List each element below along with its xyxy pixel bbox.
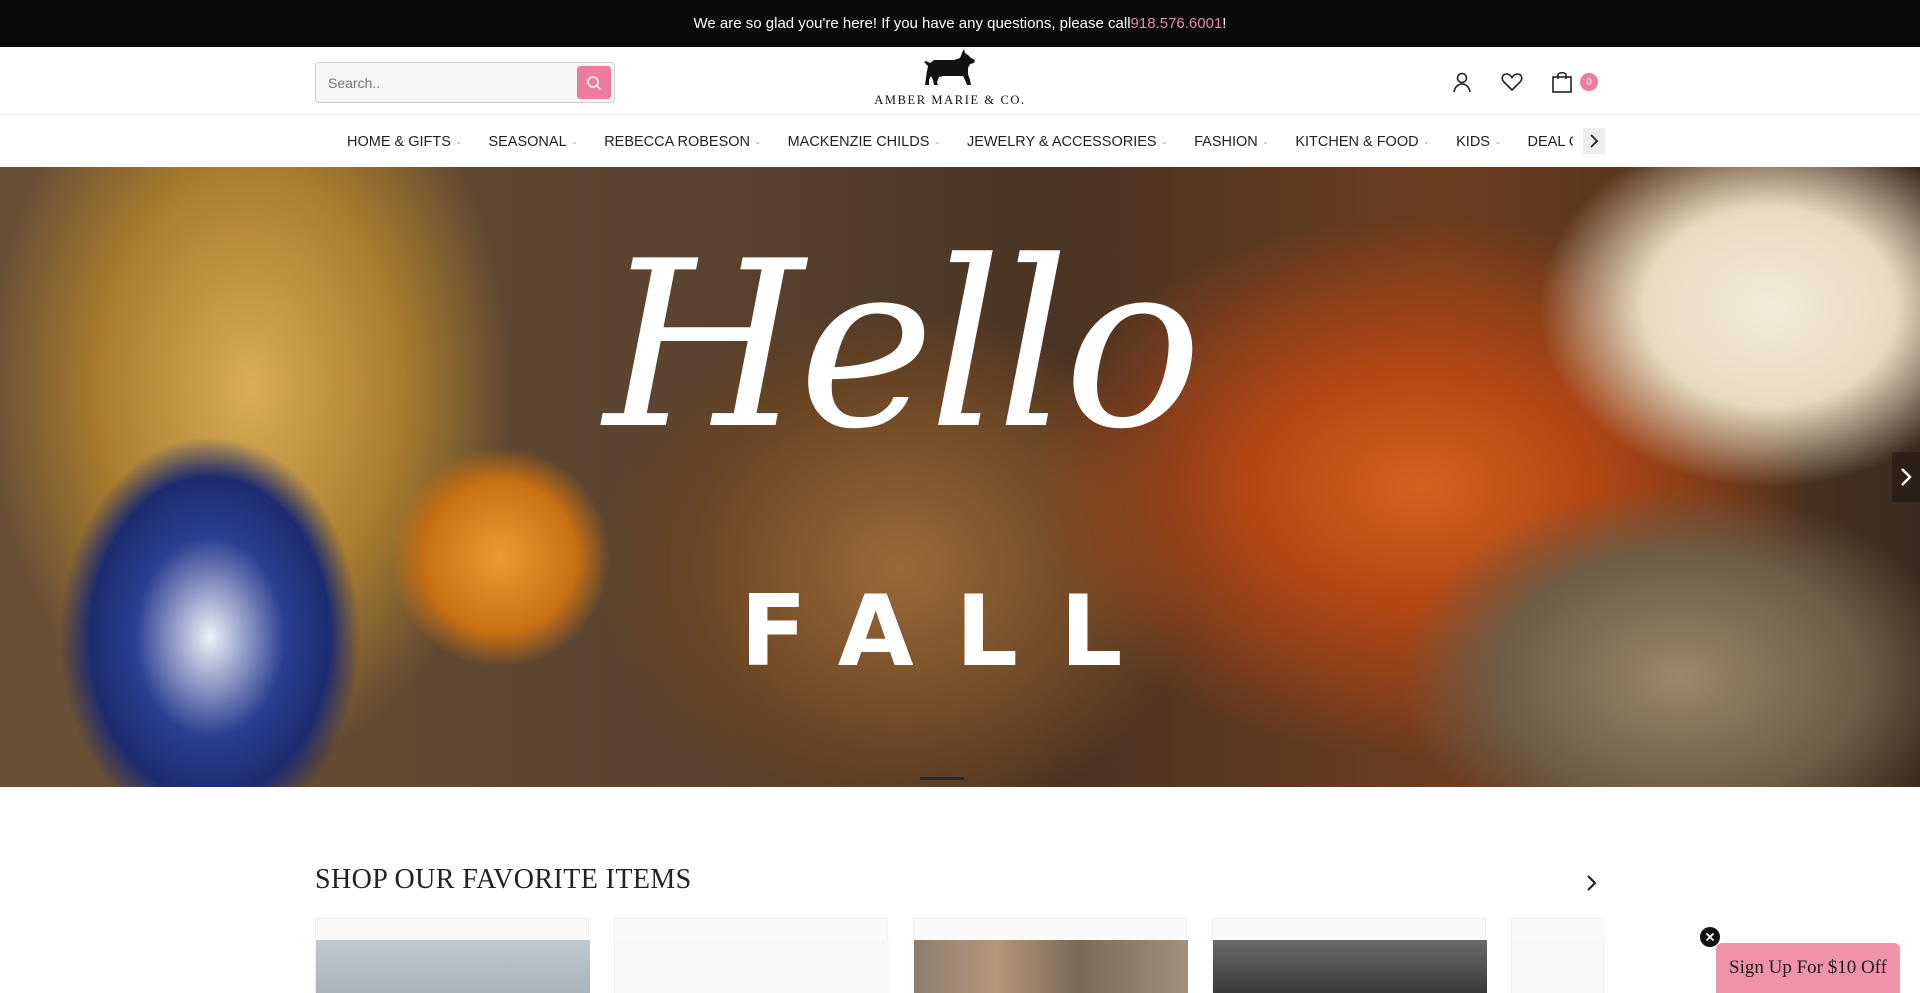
chevron-down-icon: ⌄ xyxy=(454,136,463,146)
announcement-suffix: ! xyxy=(1222,15,1227,32)
nav-item-fashion[interactable]: FASHION ⌄ xyxy=(1194,134,1269,150)
site-header: AMBER MARIE & CO. 0 xyxy=(0,47,1920,114)
chevron-right-icon xyxy=(1587,875,1597,891)
chevron-down-icon: ⌄ xyxy=(933,136,941,146)
signup-discount-button[interactable]: Sign Up For $10 Off xyxy=(1716,943,1900,993)
product-image xyxy=(316,940,590,993)
product-card[interactable] xyxy=(315,918,590,993)
chevron-right-icon xyxy=(1590,134,1599,148)
search-input[interactable] xyxy=(319,66,577,99)
nav-label: REBECCA ROBESON xyxy=(604,133,751,150)
search-icon xyxy=(587,75,602,90)
product-card[interactable] xyxy=(913,918,1188,993)
nav-item-seasonal[interactable]: SEASONAL ⌄ xyxy=(488,134,578,150)
bag-icon xyxy=(1552,71,1572,93)
nav-label: HOME & GIFTS xyxy=(347,133,451,150)
header-actions: 0 xyxy=(1448,68,1598,96)
account-icon xyxy=(1453,72,1471,93)
nav-label: DEAL OF THE xyxy=(1527,133,1573,150)
nav-item-kids[interactable]: KIDS ⌄ xyxy=(1456,134,1501,150)
nav-item-kitchen-food[interactable]: KITCHEN & FOOD ⌄ xyxy=(1295,134,1430,150)
wishlist-button[interactable] xyxy=(1498,68,1526,96)
chevron-down-icon: ⌄ xyxy=(1422,136,1431,146)
brand-name: AMBER MARIE & CO. xyxy=(874,93,1026,107)
nav-item-deal-of-the[interactable]: DEAL OF THE xyxy=(1528,134,1573,150)
heart-icon xyxy=(1501,73,1523,92)
chevron-down-icon: ⌄ xyxy=(1261,136,1270,146)
nav-scroll-next-button[interactable] xyxy=(1583,128,1605,154)
section-title: SHOP OUR FAVORITE ITEMS xyxy=(315,864,692,895)
close-icon xyxy=(1705,932,1715,942)
account-button[interactable] xyxy=(1448,68,1476,96)
nav-label: KIDS xyxy=(1456,133,1490,150)
search-button[interactable] xyxy=(577,66,611,99)
hero-banner[interactable]: Hello FALL xyxy=(0,167,1920,787)
product-card[interactable] xyxy=(1511,918,1605,993)
phone-link[interactable]: 918.576.6001 xyxy=(1131,15,1223,32)
product-card[interactable] xyxy=(614,918,889,993)
chevron-down-icon: ⌄ xyxy=(754,136,762,146)
nav-label: MACKENZIE CHILDS xyxy=(787,133,930,150)
chevron-down-icon: ⌄ xyxy=(570,136,579,146)
signup-close-button[interactable] xyxy=(1700,927,1720,947)
cart-count-badge: 0 xyxy=(1580,73,1598,91)
site-logo[interactable]: AMBER MARIE & CO. xyxy=(870,49,1030,111)
product-image xyxy=(615,940,889,993)
main-nav: HOME & GIFTS ⌄ SEASONAL ⌄ REBECCA ROBESON ⌄… xyxy=(0,114,1920,167)
product-card[interactable] xyxy=(1212,918,1487,993)
hero-block-text: FALL xyxy=(740,575,1165,689)
nav-label: SEASONAL xyxy=(488,133,567,150)
product-image xyxy=(914,940,1188,993)
nav-item-mackenzie-childs[interactable]: MACKENZIE CHILDS ⌄ xyxy=(788,134,941,150)
nav-item-jewelry-accessories[interactable]: JEWELRY & ACCESSORIES ⌄ xyxy=(967,134,1168,150)
hero-slide-indicator[interactable] xyxy=(920,777,964,780)
chevron-right-icon xyxy=(1901,468,1912,486)
product-carousel xyxy=(315,918,1605,993)
nav-track: HOME & GIFTS ⌄ SEASONAL ⌄ REBECCA ROBESON ⌄… xyxy=(347,115,1573,168)
search-box xyxy=(315,62,615,103)
chevron-down-icon: ⌄ xyxy=(1493,136,1502,146)
product-image xyxy=(1213,940,1487,993)
scottie-dog-logo-icon xyxy=(924,49,975,85)
nav-item-home-gifts[interactable]: HOME & GIFTS ⌄ xyxy=(347,134,462,150)
announcement-text: We are so glad you're here! If you have … xyxy=(693,15,1131,32)
favorites-next-button[interactable] xyxy=(1580,870,1604,896)
announcement-bar: We are so glad you're here! If you have … xyxy=(0,0,1920,47)
hero-script-text: Hello xyxy=(603,213,1202,480)
product-image xyxy=(1512,940,1605,993)
nav-label: JEWELRY & ACCESSORIES xyxy=(966,133,1157,150)
hero-next-button[interactable] xyxy=(1892,452,1920,502)
chevron-down-icon: ⌄ xyxy=(1160,136,1169,146)
nav-label: FASHION xyxy=(1194,133,1258,150)
nav-label: KITCHEN & FOOD xyxy=(1295,133,1419,150)
cart-button[interactable]: 0 xyxy=(1548,68,1598,96)
nav-item-rebecca-robeson[interactable]: REBECCA ROBESON ⌄ xyxy=(604,134,761,150)
